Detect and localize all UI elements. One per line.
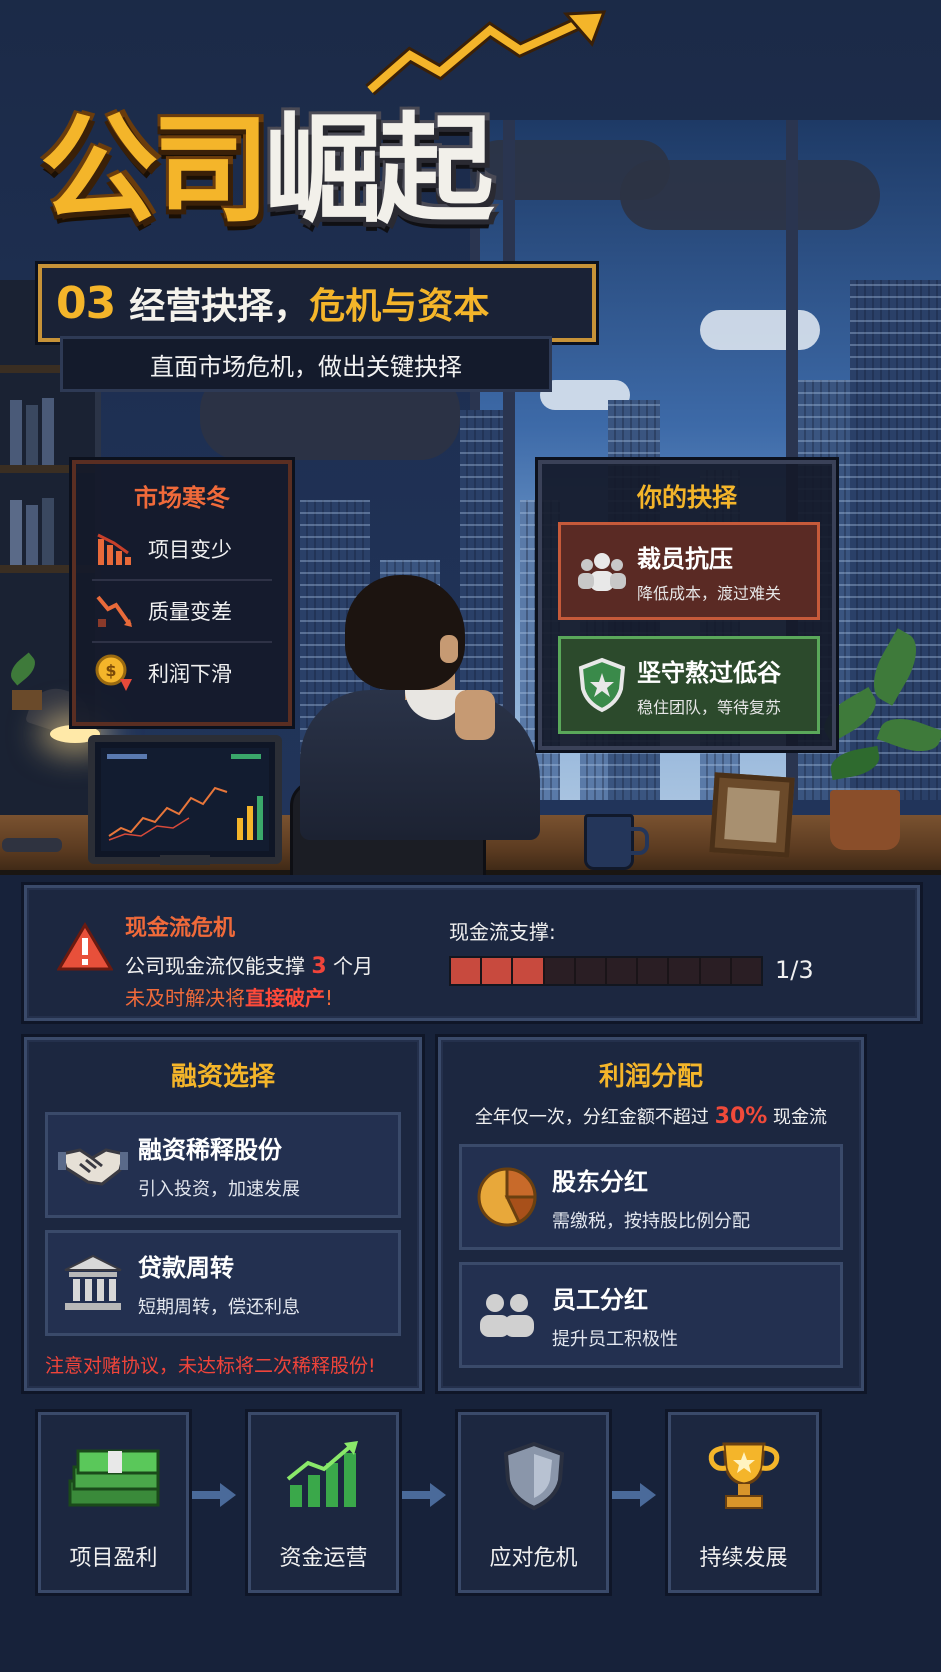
bar-segment bbox=[701, 958, 732, 984]
profit-title: 利润分配 bbox=[598, 1062, 703, 1092]
cashflow-title: 现金流危机 bbox=[125, 916, 236, 941]
window-frame bbox=[503, 120, 515, 800]
loan-option[interactable]: 贷款周转 短期周转，偿还利息 bbox=[45, 1230, 401, 1336]
chapter-highlight: 危机与资本 bbox=[309, 286, 490, 327]
market-item: 质量变差 bbox=[92, 581, 272, 643]
flow-step-crisis-response: 应对危机 bbox=[458, 1412, 609, 1593]
equity-financing-option[interactable]: 融资稀释股份 引入投资，加速发展 bbox=[45, 1112, 401, 1218]
market-title: 市场寒冬 bbox=[134, 484, 230, 512]
flow-step-project-profit: 项目盈利 bbox=[38, 1412, 189, 1593]
game-screen: 公司 崛起 03 经营抉择， 危机与资本 直面市场危机，做出关键抉择 市场寒冬 … bbox=[0, 0, 941, 1672]
bank-icon bbox=[48, 1254, 138, 1312]
handshake-icon bbox=[48, 1140, 138, 1190]
ceo-head bbox=[345, 575, 465, 690]
title-part-gold: 公司 bbox=[40, 101, 270, 239]
coin-down-icon: $ bbox=[92, 651, 136, 695]
rising-arrow-icon bbox=[365, 10, 607, 96]
bar-segment bbox=[669, 958, 701, 984]
stock-monitor bbox=[88, 735, 282, 864]
title-part-white: 崛起 bbox=[264, 101, 494, 239]
cashflow-months: 3 bbox=[311, 954, 327, 979]
potted-plant bbox=[830, 790, 900, 850]
persevere-choice-button[interactable]: 坚守熬过低谷 稳住团队，等待复苏 bbox=[558, 636, 820, 734]
flow-arrow-icon bbox=[192, 1483, 236, 1507]
trophy-icon bbox=[671, 1431, 816, 1521]
market-winter-panel: 市场寒冬 项目变少 质量变差 $ 利润下滑 bbox=[72, 460, 292, 726]
photo-frame bbox=[709, 772, 795, 858]
cashflow-crisis-panel: 现金流危机 公司现金流仅能支撑 3 个月 未及时解决将直接破产! 现金流支撑: … bbox=[24, 885, 920, 1021]
chapter-subtitle: 直面市场危机，做出关键抉择 bbox=[60, 336, 552, 392]
support-label: 现金流支撑: bbox=[449, 920, 556, 944]
growth-chart-icon bbox=[251, 1431, 396, 1521]
employee-dividend-option[interactable]: 员工分红 提升员工积极性 bbox=[459, 1262, 843, 1368]
flow-arrow-icon bbox=[402, 1483, 446, 1507]
broken-chart-icon bbox=[92, 589, 136, 633]
svg-text:$: $ bbox=[105, 661, 116, 680]
shareholder-dividend-option[interactable]: 股东分红 需缴税，按持股比例分配 bbox=[459, 1144, 843, 1250]
financing-title: 融资选择 bbox=[170, 1062, 275, 1092]
flow-step-fund-operation: 资金运营 bbox=[248, 1412, 399, 1593]
shield-icon bbox=[567, 650, 637, 720]
declining-bars-icon bbox=[92, 527, 136, 571]
team-icon bbox=[462, 1291, 552, 1339]
coffee-mug bbox=[584, 814, 649, 870]
bar-segment bbox=[638, 958, 670, 984]
bar-segment bbox=[607, 958, 639, 984]
bar-segment bbox=[732, 958, 761, 984]
vam-warning: 注意对赌协议，未达标将二次稀释股份! bbox=[45, 1355, 376, 1377]
chapter-title: 经营抉择， bbox=[129, 286, 310, 327]
cashflow-fraction: 1/3 bbox=[775, 956, 814, 984]
layoff-choice-button[interactable]: 裁员抗压 降低成本，渡过难关 bbox=[558, 522, 820, 620]
your-choice-panel: 你的抉择 裁员抗压 降低成本，渡过难关 坚守熬过低谷 稳住团队，等待复苏 bbox=[538, 460, 836, 750]
flow-arrow-icon bbox=[612, 1483, 656, 1507]
bankruptcy-warning: 未及时解决将直接破产! bbox=[125, 986, 334, 1010]
chapter-number: 03 bbox=[56, 277, 116, 329]
bar-segment bbox=[482, 958, 514, 984]
bar-segment bbox=[576, 958, 608, 984]
warning-icon bbox=[57, 922, 113, 971]
market-item: $ 利润下滑 bbox=[92, 643, 272, 703]
shield-icon bbox=[461, 1431, 606, 1521]
pie-chart-icon bbox=[462, 1165, 552, 1229]
profit-limit-text: 全年仅一次，分红金额不超过 30% 现金流 bbox=[474, 1104, 828, 1129]
people-icon bbox=[567, 536, 637, 606]
choice-title: 你的抉择 bbox=[636, 483, 737, 512]
game-title: 公司 崛起 bbox=[40, 100, 494, 240]
profit-limit-percent: 30% bbox=[714, 1104, 768, 1129]
market-item: 项目变少 bbox=[92, 519, 272, 581]
financing-panel: 融资选择 融资稀释股份 引入投资，加速发展 贷款周转 短期周转，偿还利息 注意对… bbox=[24, 1037, 422, 1391]
profit-distribution-panel: 利润分配 全年仅一次，分红金额不超过 30% 现金流 股东分红 需缴税，按持股比… bbox=[438, 1037, 864, 1391]
bar-segment bbox=[451, 958, 483, 984]
money-stack-icon bbox=[41, 1431, 186, 1521]
office-scene: 公司 崛起 03 经营抉择， 危机与资本 直面市场危机，做出关键抉择 市场寒冬 … bbox=[0, 0, 941, 935]
bar-segment bbox=[513, 958, 545, 984]
cashflow-months-text: 公司现金流仅能支撑 3 个月 bbox=[125, 954, 374, 979]
chapter-banner: 03 经营抉择， 危机与资本 bbox=[38, 264, 596, 342]
bar-segment bbox=[545, 958, 576, 984]
flow-step-sustained-growth: 持续发展 bbox=[668, 1412, 819, 1593]
cashflow-support-bar bbox=[449, 956, 763, 986]
